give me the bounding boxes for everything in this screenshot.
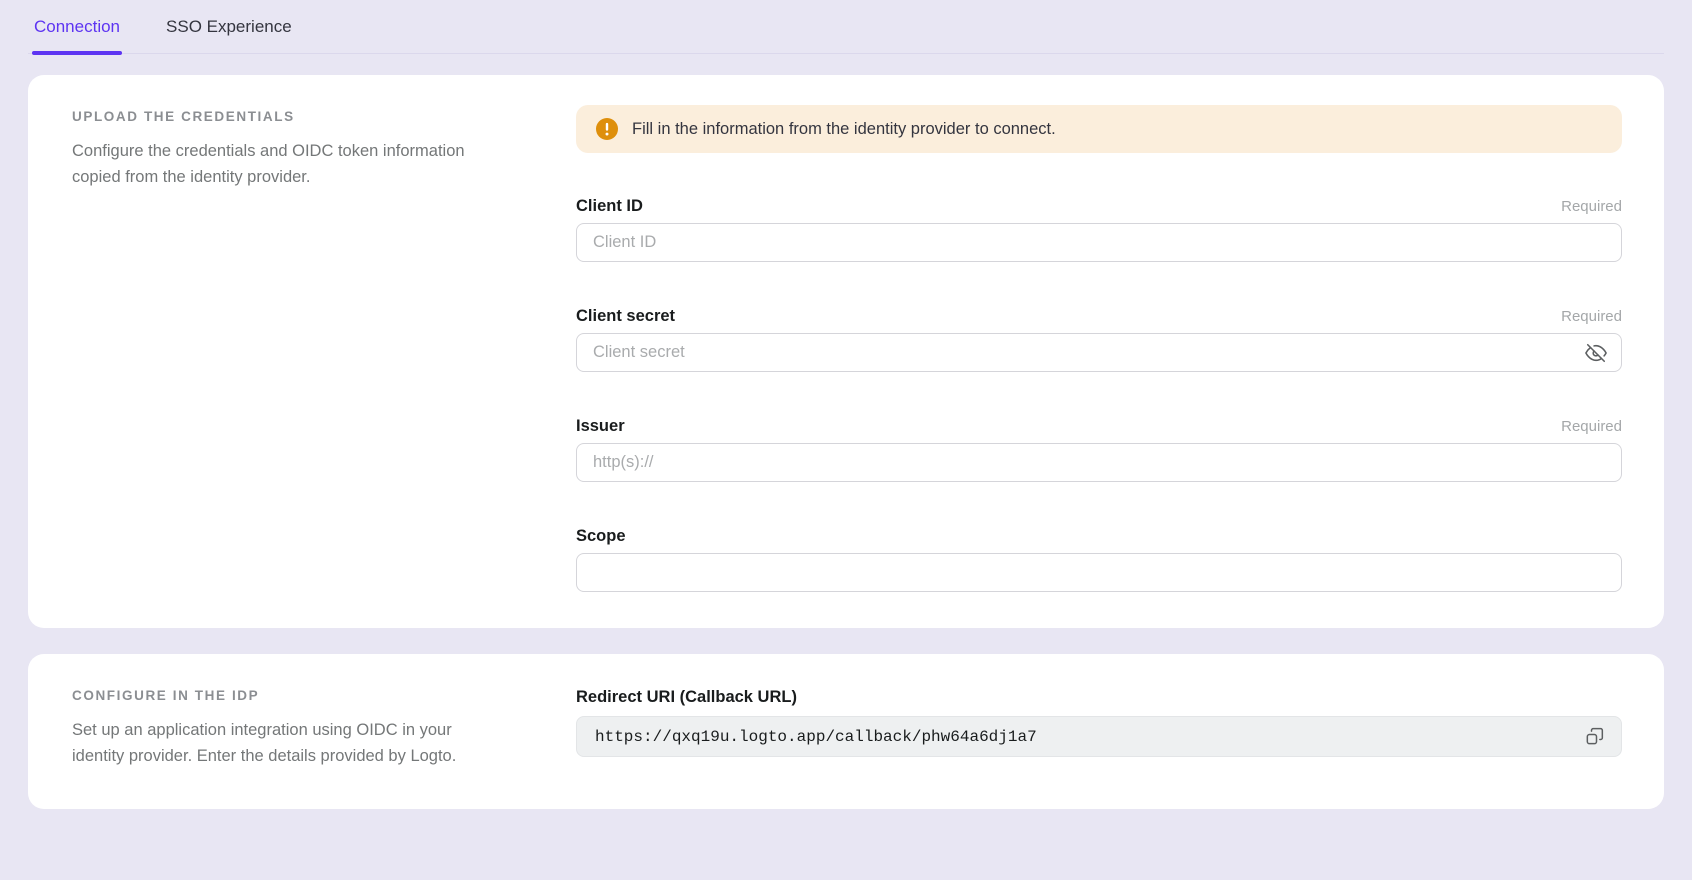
client-id-input[interactable] [576, 223, 1622, 262]
credentials-form: Fill in the information from the identit… [576, 105, 1622, 592]
alert-text: Fill in the information from the identit… [632, 120, 1056, 139]
credentials-card: UPLOAD THE CREDENTIALS Configure the cre… [28, 75, 1664, 628]
fill-info-alert: Fill in the information from the identit… [576, 105, 1622, 153]
credentials-section-description: Configure the credentials and OIDC token… [72, 138, 512, 190]
tab-bar: Connection SSO Experience [28, 0, 1664, 54]
client-secret-label: Client secret [576, 307, 675, 326]
client-secret-input[interactable] [576, 333, 1622, 372]
credentials-intro: UPLOAD THE CREDENTIALS Configure the cre… [72, 105, 512, 592]
tab-sso-experience[interactable]: SSO Experience [166, 16, 292, 53]
idp-section-description: Set up an application integration using … [72, 717, 512, 769]
field-client-secret: Client secret Required [576, 307, 1622, 372]
copy-redirect-uri-button[interactable] [1577, 720, 1611, 754]
redirect-uri-label: Redirect URI (Callback URL) [576, 688, 1622, 707]
idp-section-title: CONFIGURE IN THE IDP [72, 684, 512, 703]
redirect-uri-value[interactable] [595, 728, 1577, 746]
idp-card: CONFIGURE IN THE IDP Set up an applicati… [28, 654, 1664, 809]
client-secret-required-badge: Required [1561, 308, 1622, 325]
redirect-uri-field [576, 716, 1622, 757]
eye-off-icon [1585, 342, 1607, 364]
scope-input[interactable] [576, 553, 1622, 592]
toggle-secret-visibility-button[interactable] [1580, 337, 1612, 369]
field-scope: Scope [576, 527, 1622, 592]
scope-label: Scope [576, 527, 626, 546]
field-issuer: Issuer Required [576, 417, 1622, 482]
credentials-section-title: UPLOAD THE CREDENTIALS [72, 105, 512, 124]
field-client-id: Client ID Required [576, 197, 1622, 262]
idp-form: Redirect URI (Callback URL) [576, 684, 1622, 769]
copy-icon [1584, 727, 1604, 747]
client-id-required-badge: Required [1561, 198, 1622, 215]
client-id-label: Client ID [576, 197, 643, 216]
warning-icon [596, 118, 618, 140]
idp-intro: CONFIGURE IN THE IDP Set up an applicati… [72, 684, 512, 769]
issuer-label: Issuer [576, 417, 625, 436]
tab-connection[interactable]: Connection [34, 16, 120, 53]
issuer-input[interactable] [576, 443, 1622, 482]
issuer-required-badge: Required [1561, 418, 1622, 435]
